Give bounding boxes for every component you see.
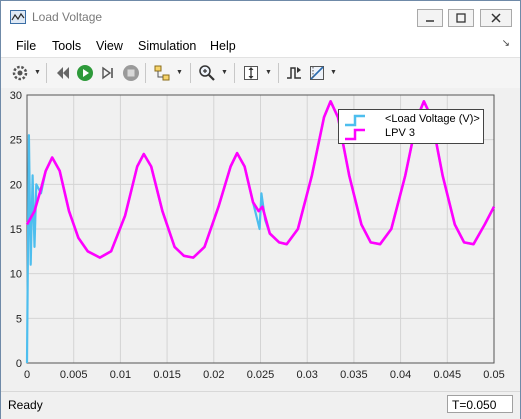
status-text: Ready: [8, 398, 43, 412]
menu-view[interactable]: View: [96, 39, 123, 53]
x-tick-label: 0.045: [434, 369, 462, 381]
x-tick-label: 0.01: [110, 369, 131, 381]
x-tick-label: 0.015: [153, 369, 181, 381]
menu-tools[interactable]: Tools: [52, 39, 81, 53]
x-tick-label: 0.005: [60, 369, 88, 381]
x-tick-label: 0.03: [296, 369, 317, 381]
menu-simulation[interactable]: Simulation: [138, 39, 196, 53]
menu-bar: File Tools View Simulation Help ↘: [1, 33, 520, 57]
menu-help[interactable]: Help: [210, 39, 236, 53]
y-tick-label: 0: [16, 358, 22, 370]
toolbar: ▼ ▼ ▼ ▼ ▼: [1, 57, 520, 89]
menu-file[interactable]: File: [16, 39, 36, 53]
settings-icon[interactable]: [11, 64, 29, 82]
zoom-dropdown-icon[interactable]: ▼: [221, 69, 228, 76]
triggers-icon[interactable]: [285, 64, 303, 82]
legend-label-load-voltage: <Load Voltage (V)>: [385, 113, 480, 125]
legend-swatch-lpv3: [345, 128, 365, 141]
close-icon: [491, 13, 501, 23]
scope-app-icon: [10, 10, 26, 24]
y-tick-label: 10: [10, 269, 22, 281]
y-tick-label: 20: [10, 179, 22, 191]
window-title: Load Voltage: [32, 10, 103, 24]
title-bar: Load Voltage: [1, 1, 520, 33]
x-tick-label: 0.05: [483, 369, 504, 381]
scope-window: Load Voltage File Tools View Simulation …: [0, 0, 521, 419]
stop-icon[interactable]: [122, 64, 140, 82]
legend-swatch-load-voltage: [345, 114, 365, 127]
x-tick-label: 0.025: [247, 369, 275, 381]
toolbar-separator: [145, 63, 146, 83]
y-tick-label: 15: [10, 224, 22, 236]
x-tick-label: 0: [24, 369, 30, 381]
toolbar-separator: [234, 63, 235, 83]
highlight-dropdown-icon[interactable]: ▼: [176, 69, 183, 76]
legend-entry: <Load Voltage (V)>: [339, 113, 483, 127]
cursor-dropdown-icon[interactable]: ▼: [330, 69, 337, 76]
status-bar: Ready T=0.050: [1, 391, 520, 419]
y-tick-label: 25: [10, 135, 22, 147]
cursor-icon[interactable]: [308, 64, 326, 82]
toolbar-separator: [190, 63, 191, 83]
maximize-button[interactable]: [448, 9, 474, 27]
minimize-button[interactable]: [417, 9, 443, 27]
restore-icon[interactable]: [54, 64, 72, 82]
run-icon[interactable]: [76, 64, 94, 82]
y-tick-label: 30: [10, 90, 22, 102]
close-button[interactable]: [480, 9, 512, 27]
maximize-icon: [456, 13, 466, 23]
legend[interactable]: <Load Voltage (V)> LPV 3: [338, 109, 484, 144]
autoscale-icon[interactable]: [242, 64, 260, 82]
autoscale-dropdown-icon[interactable]: ▼: [265, 69, 272, 76]
x-tick-label: 0.035: [340, 369, 368, 381]
dock-arrow-icon[interactable]: ↘: [502, 38, 510, 49]
minimize-icon: [426, 20, 434, 22]
step-icon[interactable]: [99, 64, 117, 82]
highlight-icon[interactable]: [153, 64, 171, 82]
x-tick-label: 0.04: [390, 369, 411, 381]
y-tick-label: 5: [16, 313, 22, 325]
legend-label-lpv3: LPV 3: [385, 127, 415, 139]
legend-entry: LPV 3: [339, 127, 483, 141]
toolbar-separator: [278, 63, 279, 83]
toolbar-separator: [46, 63, 47, 83]
simulation-time: T=0.050: [447, 395, 513, 413]
zoom-icon[interactable]: [198, 64, 216, 82]
x-tick-label: 0.02: [203, 369, 224, 381]
settings-dropdown-icon[interactable]: ▼: [34, 69, 41, 76]
